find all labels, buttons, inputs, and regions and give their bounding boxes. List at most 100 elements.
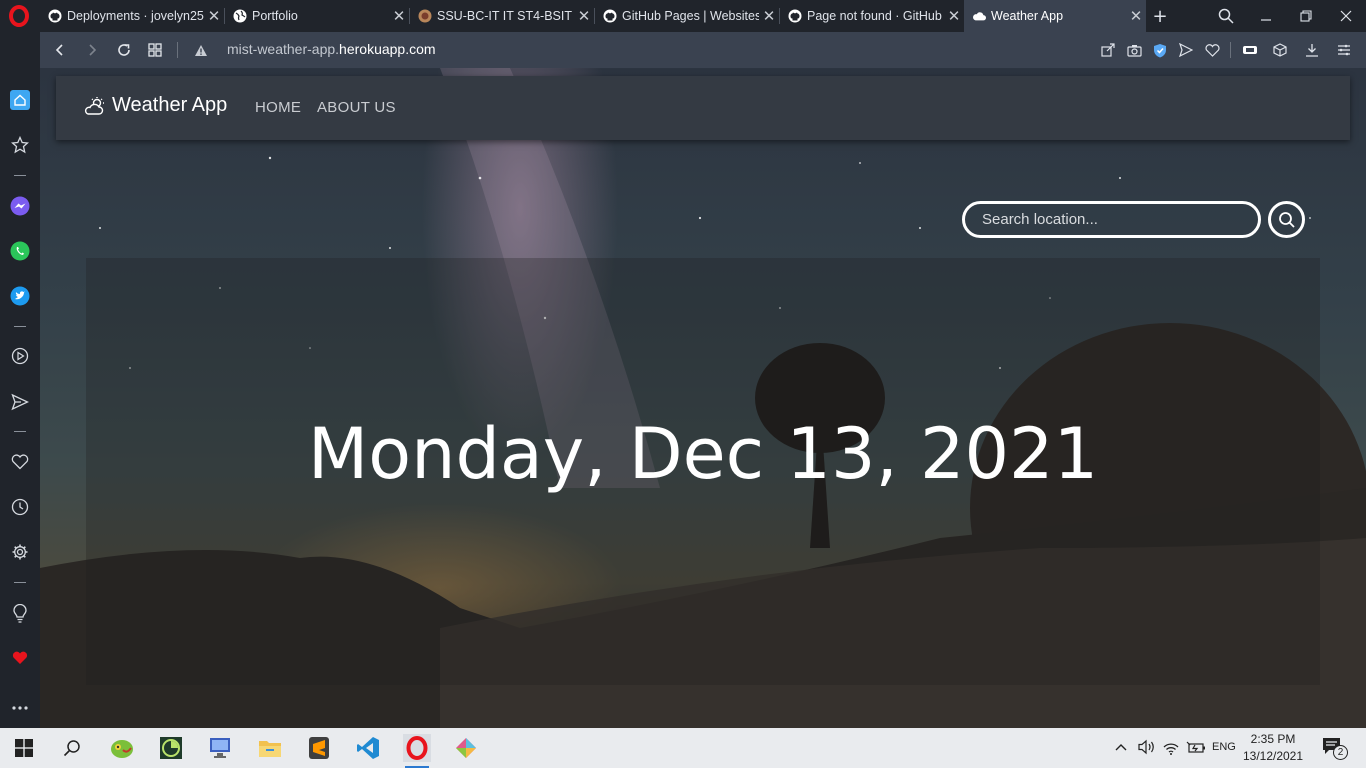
vscode-icon[interactable] [354, 734, 382, 762]
messenger-icon[interactable] [8, 194, 32, 218]
bookmarks-icon[interactable] [8, 133, 32, 157]
toolbar-divider [177, 42, 178, 58]
search-button[interactable] [1268, 201, 1305, 238]
close-tab-icon[interactable]: ✕ [944, 7, 964, 25]
webpage-viewport: Weather App HOME ABOUT US Monday, Dec 13… [40, 68, 1366, 728]
tab-grid-icon[interactable] [143, 38, 167, 62]
close-tab-icon[interactable]: ✕ [389, 7, 409, 25]
timer-app-icon[interactable] [157, 734, 185, 762]
windows-taskbar: ENG 2:35 PM 13/12/2021 2 [0, 728, 1366, 768]
gem-app-icon[interactable] [452, 734, 480, 762]
close-window-button[interactable] [1326, 0, 1366, 32]
globe-icon [233, 9, 247, 23]
volume-speaker-icon[interactable] [1138, 739, 1156, 759]
lightbulb-tips-icon[interactable] [8, 602, 32, 626]
share-icon[interactable] [1098, 40, 1118, 60]
download-icon[interactable] [1302, 40, 1322, 60]
favorites-heart-icon[interactable] [8, 450, 32, 474]
opera-logo-icon[interactable] [8, 5, 30, 27]
address-bar: mist-weather-app.herokuapp.com [40, 32, 1366, 68]
easy-setup-menu-icon[interactable] [1334, 40, 1354, 60]
tab-deployments[interactable]: Deployments · jovelyn25 ✕ [40, 0, 224, 32]
more-options-icon[interactable] [8, 696, 32, 720]
red-heart-icon[interactable] [8, 646, 32, 670]
close-tab-icon[interactable]: ✕ [759, 7, 779, 25]
player-icon[interactable] [8, 344, 32, 368]
whatsapp-icon[interactable] [8, 239, 32, 263]
settings-gear-icon[interactable] [8, 540, 32, 564]
input-language-indicator[interactable]: ENG [1212, 741, 1236, 753]
sidebar-divider [14, 582, 26, 583]
nav-about-us-link[interactable]: ABOUT US [317, 99, 396, 116]
back-button[interactable] [48, 38, 72, 62]
brand-link[interactable]: Weather App [84, 94, 227, 117]
snapshot-camera-icon[interactable] [1124, 40, 1144, 60]
speed-dial-home-icon[interactable] [8, 88, 32, 112]
current-date-heading: Monday, Dec 13, 2021 [307, 413, 1099, 495]
search-location-input[interactable] [962, 201, 1261, 238]
reload-button[interactable] [112, 38, 136, 62]
tab-title: SSU-BC-IT IT ST4-BSIT 4I [437, 9, 574, 23]
browser-tab-strip: Deployments · jovelyn25 ✕ Portfolio ✕ SS… [0, 0, 1366, 32]
tab-github-pages[interactable]: GitHub Pages | Websites ✕ [595, 0, 779, 32]
vpn-badge-icon[interactable] [1240, 40, 1260, 60]
search-icon [1278, 211, 1295, 228]
chameleon-app-icon[interactable] [108, 734, 136, 762]
extensions-cube-icon[interactable] [1270, 40, 1290, 60]
url-subdomain: mist-weather-app. [227, 41, 340, 57]
school-seal-icon [418, 9, 432, 23]
github-icon [48, 9, 62, 23]
wifi-network-icon[interactable] [1163, 740, 1179, 759]
tab-page-not-found[interactable]: Page not found · GitHub ✕ [780, 0, 964, 32]
forward-button[interactable] [80, 38, 104, 62]
minimize-button[interactable] [1246, 0, 1286, 32]
battery-charging-icon[interactable] [1186, 740, 1206, 759]
opera-taskbar-icon[interactable] [403, 734, 431, 768]
github-icon [603, 9, 617, 23]
close-tab-icon[interactable]: ✕ [574, 7, 594, 25]
sidebar-divider [14, 326, 26, 327]
tab-title: Portfolio [252, 9, 298, 23]
tab-portfolio[interactable]: Portfolio ✕ [225, 0, 409, 32]
toolbar-divider [1230, 42, 1231, 58]
new-tab-button[interactable]: + [1142, 0, 1178, 32]
sidebar-divider [14, 431, 26, 432]
app-navbar: Weather App HOME ABOUT US [56, 76, 1350, 140]
windows-start-icon[interactable] [10, 734, 38, 762]
date-panel: Monday, Dec 13, 2021 [86, 258, 1320, 685]
twitter-icon[interactable] [8, 284, 32, 308]
url-domain: herokuapp.com [339, 41, 436, 57]
tab-weather-app[interactable]: Weather App ✕ [964, 0, 1146, 32]
restore-button[interactable] [1286, 0, 1326, 32]
sidebar-divider [14, 175, 26, 176]
not-secure-warning-icon[interactable] [189, 38, 213, 62]
search-tabs-icon[interactable] [1206, 0, 1246, 32]
tab-ssu-bc[interactable]: SSU-BC-IT IT ST4-BSIT 4I ✕ [410, 0, 594, 32]
tab-title: GitHub Pages | Websites [622, 9, 759, 23]
close-tab-icon[interactable]: ✕ [204, 7, 224, 25]
url-text[interactable]: mist-weather-app.herokuapp.com [227, 41, 436, 57]
sublime-text-icon[interactable] [305, 734, 333, 762]
clock-time[interactable]: 2:35 PM [1240, 732, 1306, 746]
send-icon[interactable] [1176, 40, 1196, 60]
github-icon [788, 9, 802, 23]
clock-date[interactable]: 13/12/2021 [1240, 749, 1306, 763]
partly-cloudy-icon [84, 96, 104, 115]
adblock-shield-icon[interactable] [1150, 40, 1170, 60]
cloud-icon [972, 9, 986, 23]
nav-home-link[interactable]: HOME [255, 99, 301, 116]
file-explorer-icon[interactable] [256, 734, 284, 762]
tab-title: Deployments · jovelyn25 [67, 9, 204, 23]
tab-title: Page not found · GitHub [807, 9, 942, 23]
action-center-notifications-icon[interactable]: 2 [1322, 737, 1348, 761]
browser-sidebar [0, 32, 40, 728]
pc-monitor-app-icon[interactable] [207, 734, 235, 762]
brand-title: Weather App [112, 94, 228, 116]
my-flow-send-icon[interactable] [8, 390, 32, 414]
history-clock-icon[interactable] [8, 495, 32, 519]
show-hidden-icons-chevron-icon[interactable] [1114, 740, 1128, 759]
notification-count-badge: 2 [1333, 745, 1348, 760]
tab-title: Weather App [991, 9, 1064, 23]
bookmark-heart-icon[interactable] [1202, 40, 1222, 60]
taskbar-search-icon[interactable] [58, 734, 86, 762]
